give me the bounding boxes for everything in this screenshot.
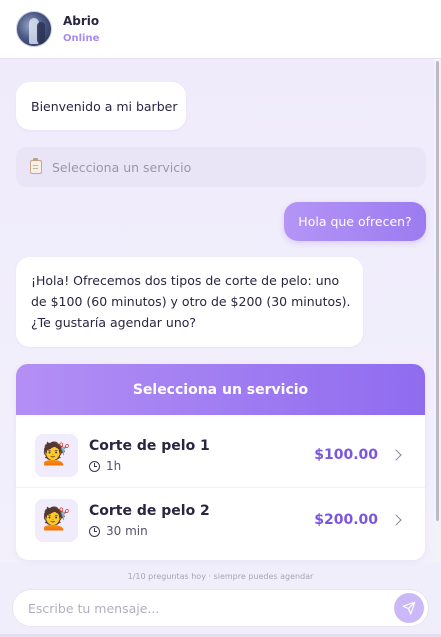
service-duration-text: 30 min (106, 524, 148, 538)
bot-message-text: Bienvenido a mi barber (31, 99, 178, 114)
message-input[interactable] (13, 590, 394, 626)
haircut-person-icon: 💇 (35, 433, 78, 477)
service-picker-label: Selecciona un servicio (52, 159, 192, 175)
service-duration-text: 1h (106, 459, 122, 473)
clock-icon (89, 460, 100, 472)
user-message: Hola que ofrecen? (284, 202, 426, 241)
message-composer (12, 589, 429, 627)
haircut-person-icon: 💇 (35, 498, 78, 542)
service-name: Corte de pelo 1 (89, 438, 210, 454)
chevron-right-icon (390, 449, 402, 461)
chat-header: Abrio Online (0, 0, 441, 59)
header-text: Abrio Online (63, 13, 99, 46)
paper-plane-icon (402, 601, 416, 615)
service-card: Selecciona un servicio 💇 Corte de pelo 1… (16, 364, 425, 560)
clock-icon (89, 525, 100, 537)
service-duration: 30 min (89, 523, 314, 539)
agent-status: Online (63, 32, 100, 44)
bot-message-reply: ¡Hola! Ofrecemos dos tipos de corte de p… (16, 257, 363, 347)
divider (16, 487, 425, 488)
send-button[interactable] (394, 593, 424, 623)
user-message-text: Hola que ofrecen? (298, 214, 412, 229)
bot-message-welcome: Bienvenido a mi barber (16, 82, 186, 130)
service-duration: 1h (89, 458, 314, 474)
service-name: Corte de pelo 2 (89, 503, 210, 519)
service-option-1[interactable]: 💇 Corte de pelo 1 1h $100.00 (16, 424, 425, 486)
chat-scrollbar[interactable] (434, 59, 441, 563)
question-limit-note: 1/10 preguntas hoy · siempre puedes agen… (127, 572, 314, 581)
agent-name: Abrio (63, 13, 100, 28)
service-price: $200.00 (314, 512, 378, 528)
clipboard-icon (30, 158, 42, 174)
service-option-2[interactable]: 💇 Corte de pelo 2 30 min $200.00 (16, 489, 425, 551)
service-price: $100.00 (314, 447, 378, 463)
service-card-title: Selecciona un servicio (16, 364, 425, 415)
avatar (16, 11, 52, 47)
service-picker[interactable]: Selecciona un servicio (16, 147, 426, 187)
chevron-right-icon (390, 514, 402, 526)
bot-message-text: ¡Hola! Ofrecemos dos tipos de corte de p… (31, 273, 351, 330)
scrollbar-thumb[interactable] (436, 61, 439, 521)
